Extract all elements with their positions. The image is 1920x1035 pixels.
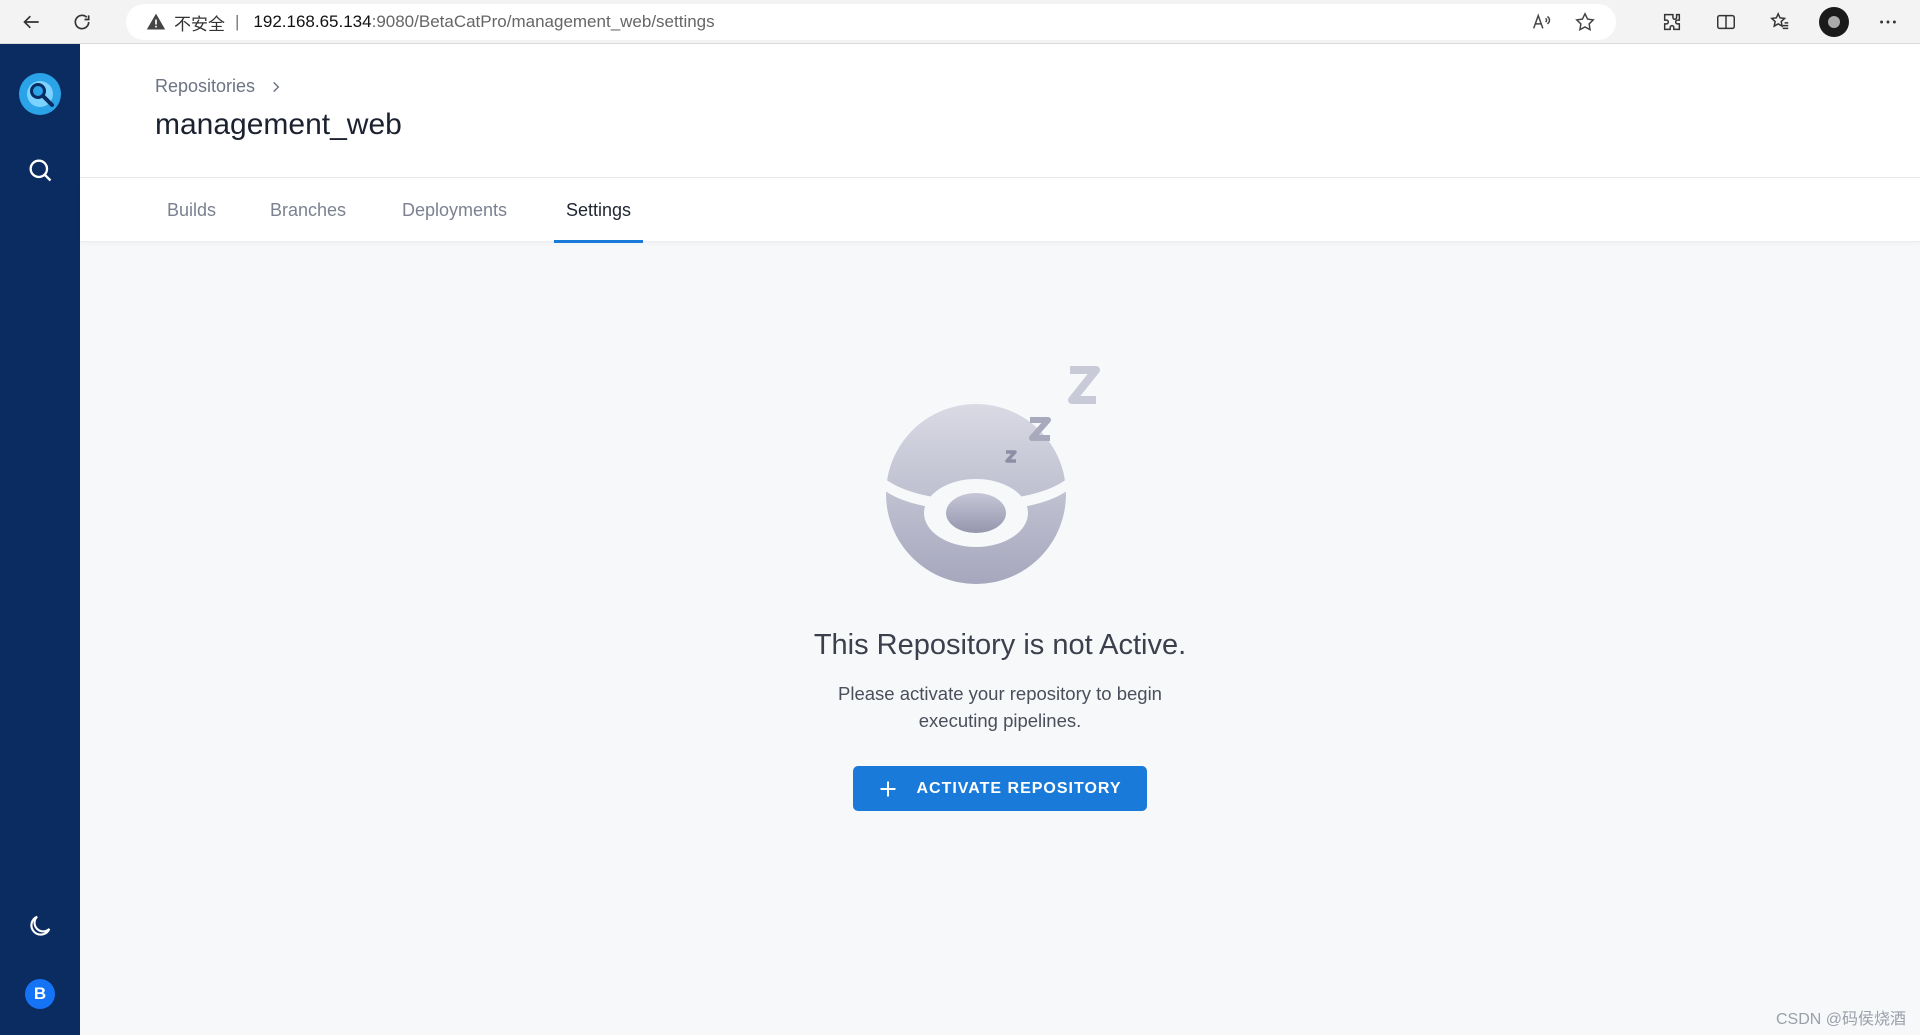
activate-repository-label: ACTIVATE REPOSITORY bbox=[916, 779, 1122, 797]
tab-settings[interactable]: Settings bbox=[554, 178, 644, 243]
search-icon[interactable] bbox=[26, 156, 54, 184]
page-title: management_web bbox=[155, 108, 402, 141]
warning-icon bbox=[146, 13, 166, 30]
url-host: 192.168.65.134 bbox=[253, 12, 372, 31]
browser-actions bbox=[1656, 4, 1904, 40]
split-screen-icon bbox=[1717, 14, 1735, 30]
empty-state-title: This Repository is not Active. bbox=[813, 629, 1187, 661]
arrow-left-icon bbox=[23, 15, 39, 28]
back-button[interactable] bbox=[14, 4, 50, 40]
tab-branches[interactable]: Branches bbox=[258, 178, 358, 242]
reload-button[interactable] bbox=[64, 4, 100, 40]
empty-state-description: Please activate your repository to begin… bbox=[838, 683, 1162, 731]
watermark: CSDN @码侯烧酒 bbox=[1775, 1011, 1906, 1028]
favorites-button[interactable] bbox=[1764, 6, 1796, 38]
sidebar: B bbox=[0, 44, 80, 1035]
insecure-label: 不安全 bbox=[174, 14, 225, 34]
extensions-button[interactable] bbox=[1656, 6, 1688, 38]
read-aloud-icon[interactable] bbox=[1530, 11, 1552, 33]
more-menu-button[interactable] bbox=[1872, 6, 1904, 38]
url-path: :9080/BetaCatPro/management_web/settings bbox=[371, 12, 715, 31]
user-avatar[interactable]: B bbox=[25, 979, 55, 1009]
favorites-list-icon bbox=[1770, 11, 1789, 30]
profile-button[interactable] bbox=[1818, 6, 1850, 38]
browser-toolbar: 不安全 | 192.168.65.134:9080/BetaCatPro/man… bbox=[0, 0, 1920, 44]
address-bar[interactable]: 不安全 | 192.168.65.134:9080/BetaCatPro/man… bbox=[126, 4, 1616, 40]
ellipsis-icon bbox=[1880, 20, 1896, 24]
moon-icon[interactable] bbox=[26, 912, 54, 940]
address-separator: | bbox=[235, 12, 240, 31]
puzzle-icon bbox=[1663, 13, 1681, 31]
inactive-repo-empty-state: This Repository is not Active. Please ac… bbox=[80, 242, 1920, 1035]
plus-icon bbox=[880, 781, 896, 796]
breadcrumb: Repositories bbox=[155, 76, 283, 97]
address-actions bbox=[1530, 4, 1596, 40]
tab-deployments[interactable]: Deployments bbox=[390, 178, 519, 242]
chevron-right-icon bbox=[273, 81, 280, 92]
sleeping-illustration bbox=[884, 366, 1100, 584]
repo-header: Repositories management_web bbox=[80, 44, 1920, 178]
activate-repository-button[interactable]: ACTIVATE REPOSITORY bbox=[853, 766, 1147, 811]
tab-builds[interactable]: Builds bbox=[155, 178, 228, 242]
drone-logo-icon[interactable] bbox=[18, 72, 62, 116]
split-screen-button[interactable] bbox=[1710, 6, 1742, 38]
favorite-star-icon[interactable] bbox=[1574, 11, 1596, 33]
repo-tabs: Builds Branches Deployments Settings bbox=[80, 178, 1920, 243]
profile-avatar bbox=[1819, 7, 1849, 37]
breadcrumb-repositories-link[interactable]: Repositories bbox=[155, 76, 255, 97]
refresh-icon bbox=[74, 14, 90, 30]
